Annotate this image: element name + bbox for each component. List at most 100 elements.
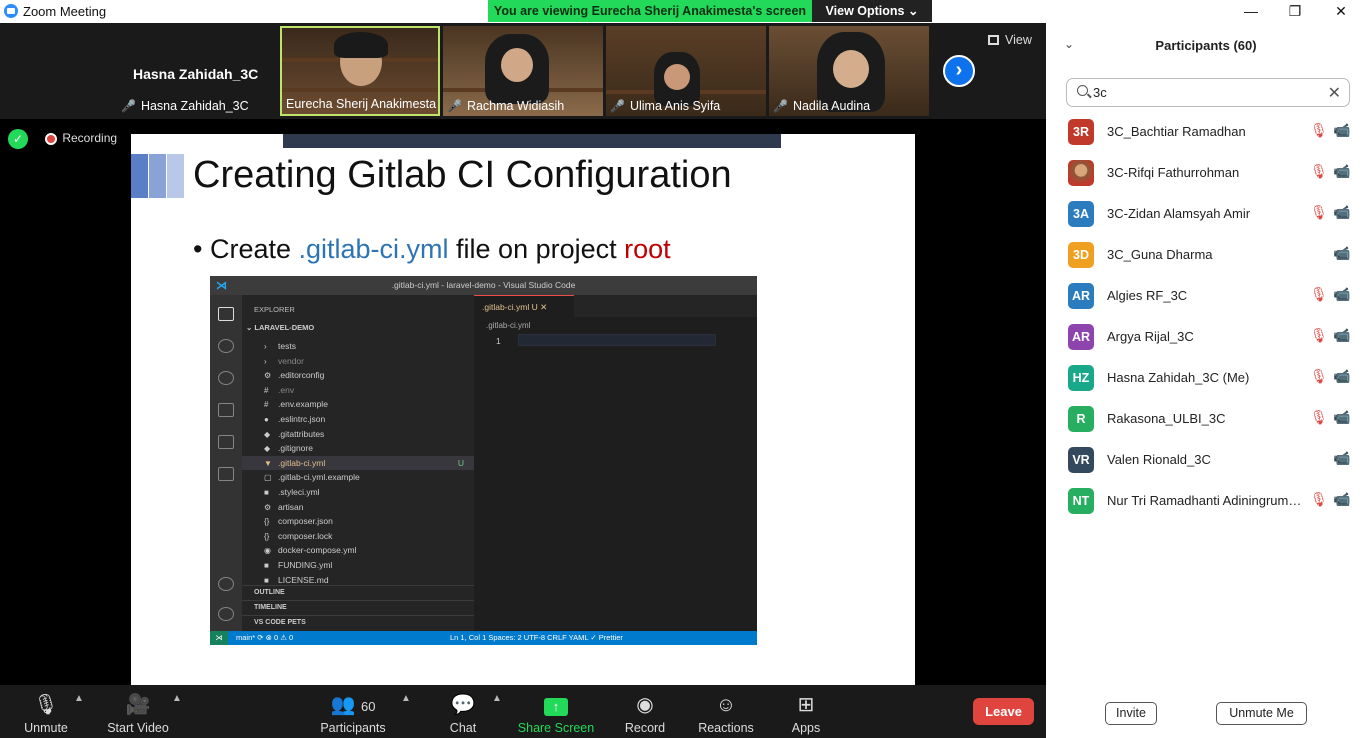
participant-name: 3C_Guna Dharma	[1107, 247, 1213, 262]
file-type-icon: {}	[264, 531, 270, 541]
reactions-icon: ☺	[715, 694, 737, 716]
file-type-icon: ›	[264, 342, 267, 351]
vscode-screenshot: .gitlab-ci.yml - laravel-demo - Visual S…	[210, 276, 757, 645]
remote-explorer-icon	[218, 467, 234, 481]
participant-search[interactable]: ✕	[1066, 78, 1350, 107]
video-tile-active[interactable]: Eurecha Sherij Anakimesta	[280, 26, 440, 116]
avatar: 3A	[1068, 201, 1094, 227]
unmute-me-button[interactable]: Unmute Me	[1216, 702, 1307, 725]
explorer-file: › tests	[264, 339, 474, 353]
participant-name: 3C-Rifqi Fathurrohman	[1107, 165, 1240, 180]
search-input[interactable]	[1093, 83, 1313, 102]
explorer-file: ■ FUNDING.yml	[264, 558, 474, 572]
participant-row[interactable]: AR Argya Rijal_3C 🎙 📹	[1046, 316, 1366, 357]
vscode-activity-bar	[210, 295, 242, 631]
file-name: .gitlab-ci.yml.example	[278, 472, 360, 483]
screen-share-banner: You are viewing Eurecha Sherij Anakimest…	[488, 0, 932, 22]
start-video-button[interactable]: 🎥 Start Video	[104, 685, 172, 738]
reactions-button[interactable]: ☺ Reactions	[696, 685, 756, 738]
grid-icon	[988, 35, 999, 45]
record-icon: ◉	[636, 694, 654, 716]
record-button[interactable]: ◉ Record	[620, 685, 670, 738]
next-page-arrow-icon[interactable]: ›	[943, 55, 975, 87]
vscode-logo-icon: ⋊	[216, 280, 227, 292]
slide-top-bar	[283, 134, 781, 148]
avatar: NT	[1068, 488, 1094, 514]
files-icon	[218, 307, 234, 321]
viewing-screen-label: You are viewing Eurecha Sherij Anakimest…	[488, 0, 812, 22]
presentation-slide: Creating Gitlab CI Configuration • Creat…	[131, 134, 915, 685]
participant-row[interactable]: VR Valen Rionald_3C 📹	[1046, 439, 1366, 480]
title-block	[167, 154, 184, 198]
file-name: composer.json	[278, 516, 333, 527]
file-name: .env	[278, 384, 295, 395]
participant-row[interactable]: NT Nur Tri Ramadhanti Adiningrum_3C 🎙 📹	[1046, 480, 1366, 521]
mic-muted-icon: 🎙	[1310, 491, 1328, 507]
maximize-button[interactable]: ❐	[1272, 0, 1318, 23]
slide-bullet: • Create .gitlab-ci.yml file on project …	[193, 234, 671, 264]
video-off-icon: 📹	[1333, 450, 1351, 466]
remote-icon: ⋊	[210, 631, 228, 645]
video-options-chevron-icon[interactable]: ▲	[172, 693, 182, 704]
participant-name: Rakasona_ULBI_3C	[1107, 411, 1226, 426]
leave-button[interactable]: Leave	[973, 698, 1034, 725]
avatar: 3R	[1068, 119, 1094, 145]
close-window-button[interactable]: ✕	[1318, 0, 1364, 23]
video-off-icon: 📹	[1333, 368, 1351, 384]
participants-title: Participants (60)	[1155, 38, 1257, 53]
video-off-icon: 📹	[1333, 204, 1351, 220]
mic-muted-icon: 🎤	[773, 99, 788, 113]
mic-muted-icon: 🎙	[1310, 163, 1328, 179]
search-icon	[218, 339, 234, 353]
explorer-file: {} composer.json	[264, 514, 474, 528]
recording-indicator[interactable]: ✓ Recording	[8, 129, 117, 151]
participant-row[interactable]: 3R 3C_Bachtiar Ramadhan 🎙 📹	[1046, 111, 1366, 152]
tile-name-label: 🎤 Hasna Zahidah_3C	[121, 99, 249, 113]
participant-row[interactable]: 3A 3C-Zidan Alamsyah Amir 🎙 📹	[1046, 193, 1366, 234]
participants-options-chevron-icon[interactable]: ▲	[401, 693, 411, 704]
explorer-file: ▢ .gitlab-ci.yml.example	[264, 470, 474, 484]
participant-row[interactable]: HZ Hasna Zahidah_3C (Me) 🎙 📹	[1046, 357, 1366, 398]
minimize-button[interactable]: —	[1228, 0, 1274, 23]
participant-row[interactable]: R Rakasona_ULBI_3C 🎙 📹	[1046, 398, 1366, 439]
share-screen-button[interactable]: ↑ Share Screen	[516, 685, 596, 738]
chat-options-chevron-icon[interactable]: ▲	[492, 693, 502, 704]
status-left: main* ⟳ ⊗ 0 ⚠ 0	[236, 633, 294, 642]
active-speaker-name: Hasna Zahidah_3C	[133, 66, 259, 82]
video-off-icon: 📹	[1333, 491, 1351, 507]
participants-icon: 👥 60	[330, 694, 376, 716]
title-block	[131, 154, 148, 198]
file-type-icon: ■	[264, 561, 269, 570]
invite-button[interactable]: Invite	[1105, 702, 1157, 725]
view-button[interactable]: View	[988, 33, 1032, 47]
video-off-icon: 📹	[1333, 409, 1351, 425]
file-type-icon: ▢	[264, 473, 272, 483]
video-tile[interactable]: 🎤 Nadila Audina	[769, 26, 929, 116]
unmute-button[interactable]: 🎙 Unmute	[14, 685, 78, 738]
apps-button[interactable]: ⊞ Apps	[786, 685, 826, 738]
video-tile[interactable]: 🎤 Rachma Widiasih	[443, 26, 603, 116]
untracked-badge: U	[457, 457, 464, 468]
mic-muted-icon: 🎙	[1310, 409, 1328, 425]
clear-search-icon[interactable]: ✕	[1328, 83, 1341, 103]
explorer-file: ⚙ artisan	[264, 500, 474, 514]
file-type-icon: #	[264, 385, 269, 395]
video-tile[interactable]: 🎤 Ulima Anis Syifa	[606, 26, 766, 116]
file-type-icon: ◆	[264, 429, 271, 439]
video-tile[interactable]: Hasna Zahidah_3C 🎤 Hasna Zahidah_3C	[117, 26, 277, 116]
mic-muted-icon: 🎙	[1310, 204, 1328, 220]
view-options-button[interactable]: View Options ⌄	[812, 0, 932, 22]
participant-row[interactable]: AR Algies RF_3C 🎙 📹	[1046, 275, 1366, 316]
participants-button[interactable]: 👥 60 Participants	[316, 685, 390, 738]
video-off-icon: 📹	[1333, 163, 1351, 179]
avatar: HZ	[1068, 365, 1094, 391]
file-name: FUNDING.yml	[278, 560, 333, 570]
explorer-file: ◆ .gitignore	[264, 441, 474, 455]
audio-options-chevron-icon[interactable]: ▲	[74, 693, 84, 704]
participant-row[interactable]: 3C-Rifqi Fathurrohman 🎙 📹	[1046, 152, 1366, 193]
participant-row[interactable]: 3D 3C_Guna Dharma 📹	[1046, 234, 1366, 275]
chat-button[interactable]: 💬 Chat	[442, 685, 484, 738]
file-type-icon: ▼	[264, 458, 272, 468]
participant-name: 3C_Bachtiar Ramadhan	[1107, 124, 1246, 139]
window-title: Zoom Meeting	[23, 4, 107, 19]
